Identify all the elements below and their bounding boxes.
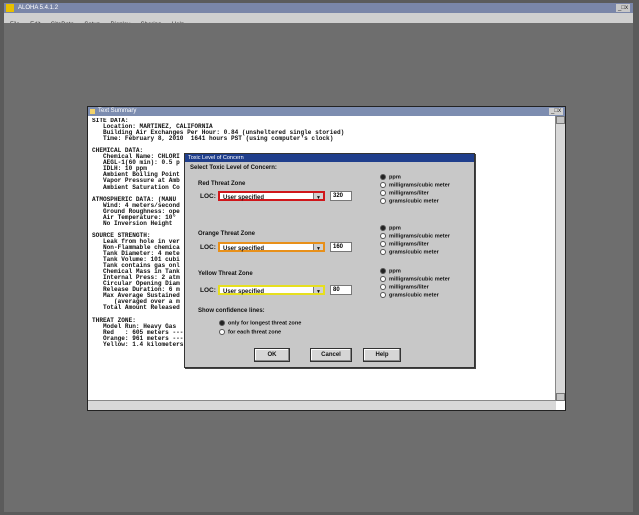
unit-option-label: grams/cubic meter (389, 198, 439, 205)
text-summary-window-controls[interactable]: _□x (549, 108, 563, 115)
unit-option-yellow[interactable]: milligrams/cubic meter (380, 276, 450, 282)
dialog-title: Toxic Level of Concern (188, 155, 244, 161)
scroll-down-button[interactable] (556, 393, 565, 401)
app-window-controls[interactable]: _□x (616, 4, 630, 12)
yellow-loc-value: User specified (223, 289, 265, 295)
unit-option-label: milligrams/liter (389, 284, 429, 291)
radio-unselected-icon (380, 284, 386, 290)
radio-selected-icon (380, 174, 386, 180)
unit-option-red[interactable]: milligrams/cubic meter (380, 182, 450, 188)
unit-option-label: milligrams/liter (389, 241, 429, 248)
confidence-option-label: for each threat zone (228, 329, 282, 336)
yellow-zone-label: Yellow Threat Zone (198, 271, 253, 277)
unit-option-label: ppm (389, 225, 401, 232)
horizontal-scrollbar[interactable] (88, 400, 556, 410)
app-titlebar: ALOHA 5.4.1.2 _□x (4, 3, 633, 13)
orange-value-input[interactable]: 160 (330, 242, 352, 252)
red-loc-select[interactable]: User specified ▼ (218, 191, 325, 201)
cancel-button[interactable]: Cancel (310, 348, 352, 362)
confidence-option-longest[interactable]: only for longest threat zone (219, 320, 301, 326)
radio-unselected-icon (380, 198, 386, 204)
unit-option-label: milligrams/cubic meter (389, 233, 450, 240)
yellow-loc-label: LOC: (200, 287, 216, 294)
unit-option-red[interactable]: ppm (380, 174, 401, 180)
scroll-up-button[interactable] (556, 116, 565, 124)
unit-option-red[interactable]: grams/cubic meter (380, 198, 439, 204)
red-zone-label: Red Threat Zone (198, 181, 246, 187)
unit-option-orange[interactable]: milligrams/liter (380, 241, 429, 247)
yellow-loc-select[interactable]: User specified ▼ (218, 285, 325, 295)
radio-unselected-icon (380, 233, 386, 239)
unit-option-orange[interactable]: grams/cubic meter (380, 249, 439, 255)
radio-selected-icon (380, 268, 386, 274)
unit-option-red[interactable]: milligrams/liter (380, 190, 429, 196)
app-menubar: File Edit SiteData Setup Display Sharing… (4, 13, 633, 28)
dialog-heading: Select Toxic Level of Concern: (190, 165, 277, 171)
radio-unselected-icon (380, 292, 386, 298)
red-value-input[interactable]: 320 (330, 191, 352, 201)
orange-loc-label: LOC: (200, 244, 216, 251)
radio-selected-icon (219, 320, 225, 326)
unit-option-label: ppm (389, 268, 401, 275)
radio-unselected-icon (380, 182, 386, 188)
dialog-titlebar: Toxic Level of Concern (185, 154, 474, 162)
text-summary-titlebar: Text Summary _□x (88, 107, 565, 116)
window-icon (90, 109, 95, 114)
radio-unselected-icon (380, 249, 386, 255)
confidence-option-label: only for longest threat zone (228, 320, 302, 327)
text-summary-title: Text Summary (98, 108, 137, 114)
unit-option-orange[interactable]: ppm (380, 225, 401, 231)
unit-option-label: grams/cubic meter (389, 292, 439, 299)
yellow-value-input[interactable]: 80 (330, 285, 352, 295)
orange-zone-label: Orange Threat Zone (198, 231, 256, 237)
red-loc-label: LOC: (200, 193, 216, 200)
unit-option-yellow[interactable]: grams/cubic meter (380, 292, 439, 298)
chevron-down-icon[interactable]: ▼ (313, 287, 323, 295)
vertical-scrollbar[interactable] (555, 116, 565, 401)
radio-unselected-icon (380, 276, 386, 282)
radio-unselected-icon (219, 329, 225, 335)
confidence-heading: Show confidence lines: (198, 308, 265, 314)
app-title: ALOHA 5.4.1.2 (18, 5, 59, 11)
toxic-level-dialog: Toxic Level of Concern Select Toxic Leve… (184, 153, 475, 368)
unit-option-label: ppm (389, 174, 401, 181)
unit-option-orange[interactable]: milligrams/cubic meter (380, 233, 450, 239)
unit-option-label: grams/cubic meter (389, 249, 439, 256)
help-button[interactable]: Help (363, 348, 401, 362)
unit-option-yellow[interactable]: ppm (380, 268, 401, 274)
orange-loc-select[interactable]: User specified ▼ (218, 242, 325, 252)
chevron-down-icon[interactable]: ▼ (313, 193, 323, 201)
radio-selected-icon (380, 225, 386, 231)
radio-unselected-icon (380, 241, 386, 247)
red-loc-value: User specified (223, 195, 265, 201)
ok-button[interactable]: OK (254, 348, 290, 362)
unit-option-yellow[interactable]: milligrams/liter (380, 284, 429, 290)
orange-loc-value: User specified (223, 246, 265, 252)
confidence-option-each[interactable]: for each threat zone (219, 329, 281, 335)
unit-option-label: milligrams/liter (389, 190, 429, 197)
app-logo-icon (6, 4, 14, 12)
radio-unselected-icon (380, 190, 386, 196)
unit-option-label: milligrams/cubic meter (389, 276, 450, 283)
chevron-down-icon[interactable]: ▼ (313, 244, 323, 252)
unit-option-label: milligrams/cubic meter (389, 182, 450, 189)
